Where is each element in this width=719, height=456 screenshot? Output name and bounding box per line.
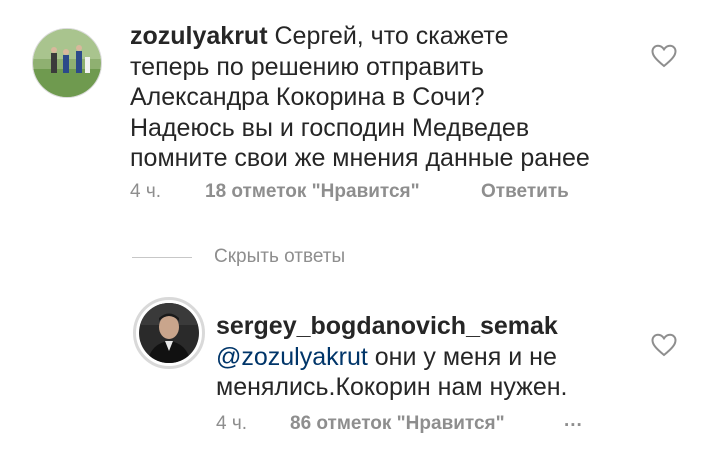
- hide-replies-button[interactable]: Скрыть ответы: [214, 246, 345, 268]
- like-heart-icon[interactable]: [651, 333, 677, 357]
- reply-label: Ответить: [481, 181, 569, 202]
- reply-mention-link[interactable]: @zozulyakrut: [216, 343, 368, 371]
- reply-button[interactable]: Ответить: [481, 181, 569, 203]
- replies-divider-line: [132, 257, 192, 258]
- avatar-photo-icon: [33, 29, 101, 97]
- reply-author-avatar[interactable]: [133, 297, 205, 369]
- like-heart-icon[interactable]: [651, 44, 677, 68]
- comment-username[interactable]: zozulyakrut: [130, 22, 268, 50]
- reply-username[interactable]: sergey_bogdanovich_semak: [216, 312, 558, 340]
- reply-time: 4 ч.: [216, 413, 248, 434]
- comment-body: zozulyakrut Сергей, что скажете теперь п…: [130, 21, 590, 174]
- likes-label: 86 отметок "Нравится": [290, 413, 505, 434]
- commenter-avatar[interactable]: [32, 28, 102, 98]
- comment-time: 4 ч.: [130, 181, 162, 202]
- likes-label: 18 отметок "Нравится": [205, 181, 420, 202]
- more-options-button[interactable]: ...: [564, 410, 583, 432]
- reply-likes-count[interactable]: 86 отметок "Нравится": [290, 413, 505, 435]
- avatar-photo-icon: [139, 303, 199, 363]
- comment-likes-count[interactable]: 18 отметок "Нравится": [205, 181, 420, 203]
- reply-body: sergey_bogdanovich_semak @zozulyakrut они…: [216, 311, 586, 403]
